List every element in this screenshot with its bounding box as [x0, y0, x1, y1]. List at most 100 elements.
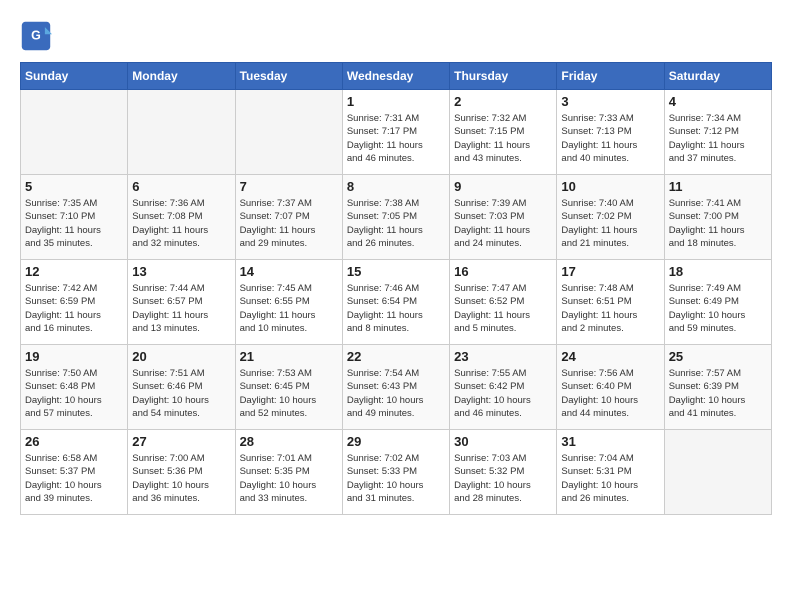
logo: G [20, 20, 58, 52]
day-number: 3 [561, 94, 659, 109]
day-info: Sunrise: 7:46 AMSunset: 6:54 PMDaylight:… [347, 282, 445, 335]
day-number: 30 [454, 434, 552, 449]
day-cell [21, 90, 128, 175]
week-row-3: 12 Sunrise: 7:42 AMSunset: 6:59 PMDayligh… [21, 260, 772, 345]
day-cell: 6 Sunrise: 7:36 AMSunset: 7:08 PMDaylight… [128, 175, 235, 260]
calendar-header: SundayMondayTuesdayWednesdayThursdayFrid… [21, 63, 772, 90]
logo-icon: G [20, 20, 52, 52]
day-info: Sunrise: 7:32 AMSunset: 7:15 PMDaylight:… [454, 112, 552, 165]
day-cell: 28Sunrise: 7:01 AMSunset: 5:35 PMDayligh… [235, 430, 342, 515]
day-cell: 31 Sunrise: 7:04 AMSunset: 5:31 PMDayligh… [557, 430, 664, 515]
day-info: Sunrise: 7:40 AMSunset: 7:02 PMDaylight:… [561, 197, 659, 250]
week-row-5: 26 Sunrise: 6:58 AMSunset: 5:37 PMDayligh… [21, 430, 772, 515]
day-cell: 5 Sunrise: 7:35 AMSunset: 7:10 PMDaylight… [21, 175, 128, 260]
day-info: Sunrise: 7:39 AMSunset: 7:03 PMDaylight:… [454, 197, 552, 250]
day-cell: 30 Sunrise: 7:03 AMSunset: 5:32 PMDayligh… [450, 430, 557, 515]
day-info: Sunrise: 7:33 AMSunset: 7:13 PMDaylight:… [561, 112, 659, 165]
day-cell: 21 Sunrise: 7:53 AMSunset: 6:45 PMDayligh… [235, 345, 342, 430]
day-info: Sunrise: 7:04 AMSunset: 5:31 PMDaylight:… [561, 452, 659, 505]
day-info: Sunrise: 7:42 AMSunset: 6:59 PMDaylight:… [25, 282, 123, 335]
header-day-tuesday: Tuesday [235, 63, 342, 90]
day-number: 26 [25, 434, 123, 449]
day-info: Sunrise: 7:53 AMSunset: 6:45 PMDaylight:… [240, 367, 338, 420]
day-cell: 2 Sunrise: 7:32 AMSunset: 7:15 PMDaylight… [450, 90, 557, 175]
day-info: Sunrise: 7:49 AMSunset: 6:49 PMDaylight:… [669, 282, 767, 335]
week-row-1: 1 Sunrise: 7:31 AMSunset: 7:17 PMDaylight… [21, 90, 772, 175]
day-cell: 27 Sunrise: 7:00 AMSunset: 5:36 PMDayligh… [128, 430, 235, 515]
day-cell [128, 90, 235, 175]
day-number: 10 [561, 179, 659, 194]
day-number: 5 [25, 179, 123, 194]
day-number: 1 [347, 94, 445, 109]
day-cell: 22Sunrise: 7:54 AMSunset: 6:43 PMDayligh… [342, 345, 449, 430]
header-day-saturday: Saturday [664, 63, 771, 90]
day-info: Sunrise: 7:55 AMSunset: 6:42 PMDaylight:… [454, 367, 552, 420]
day-number: 28 [240, 434, 338, 449]
day-info: Sunrise: 7:51 AMSunset: 6:46 PMDaylight:… [132, 367, 230, 420]
day-info: Sunrise: 7:54 AMSunset: 6:43 PMDaylight:… [347, 367, 445, 420]
header-day-friday: Friday [557, 63, 664, 90]
day-number: 2 [454, 94, 552, 109]
day-info: Sunrise: 7:45 AMSunset: 6:55 PMDaylight:… [240, 282, 338, 335]
day-number: 19 [25, 349, 123, 364]
day-info: Sunrise: 7:37 AMSunset: 7:07 PMDaylight:… [240, 197, 338, 250]
day-number: 25 [669, 349, 767, 364]
day-number: 16 [454, 264, 552, 279]
day-info: Sunrise: 7:31 AMSunset: 7:17 PMDaylight:… [347, 112, 445, 165]
day-info: Sunrise: 7:36 AMSunset: 7:08 PMDaylight:… [132, 197, 230, 250]
day-info: Sunrise: 6:58 AMSunset: 5:37 PMDaylight:… [25, 452, 123, 505]
day-cell: 16 Sunrise: 7:47 AMSunset: 6:52 PMDayligh… [450, 260, 557, 345]
day-number: 29 [347, 434, 445, 449]
day-cell: 17 Sunrise: 7:48 AMSunset: 6:51 PMDayligh… [557, 260, 664, 345]
day-number: 20 [132, 349, 230, 364]
day-number: 9 [454, 179, 552, 194]
day-number: 4 [669, 94, 767, 109]
day-info: Sunrise: 7:03 AMSunset: 5:32 PMDaylight:… [454, 452, 552, 505]
day-cell: 26 Sunrise: 6:58 AMSunset: 5:37 PMDayligh… [21, 430, 128, 515]
day-cell: 12 Sunrise: 7:42 AMSunset: 6:59 PMDayligh… [21, 260, 128, 345]
day-number: 6 [132, 179, 230, 194]
day-number: 13 [132, 264, 230, 279]
day-number: 14 [240, 264, 338, 279]
day-info: Sunrise: 7:00 AMSunset: 5:36 PMDaylight:… [132, 452, 230, 505]
day-number: 27 [132, 434, 230, 449]
header-day-monday: Monday [128, 63, 235, 90]
day-info: Sunrise: 7:48 AMSunset: 6:51 PMDaylight:… [561, 282, 659, 335]
day-cell: 15 Sunrise: 7:46 AMSunset: 6:54 PMDayligh… [342, 260, 449, 345]
day-cell: 11Sunrise: 7:41 AMSunset: 7:00 PMDayligh… [664, 175, 771, 260]
day-number: 31 [561, 434, 659, 449]
calendar-table: SundayMondayTuesdayWednesdayThursdayFrid… [20, 62, 772, 515]
day-number: 21 [240, 349, 338, 364]
day-info: Sunrise: 7:50 AMSunset: 6:48 PMDaylight:… [25, 367, 123, 420]
week-row-4: 19 Sunrise: 7:50 AMSunset: 6:48 PMDayligh… [21, 345, 772, 430]
day-info: Sunrise: 7:56 AMSunset: 6:40 PMDaylight:… [561, 367, 659, 420]
day-number: 17 [561, 264, 659, 279]
day-cell: 29Sunrise: 7:02 AMSunset: 5:33 PMDayligh… [342, 430, 449, 515]
day-cell: 20 Sunrise: 7:51 AMSunset: 6:46 PMDayligh… [128, 345, 235, 430]
day-info: Sunrise: 7:35 AMSunset: 7:10 PMDaylight:… [25, 197, 123, 250]
day-cell: 8Sunrise: 7:38 AMSunset: 7:05 PMDaylight… [342, 175, 449, 260]
day-number: 12 [25, 264, 123, 279]
day-cell: 14 Sunrise: 7:45 AMSunset: 6:55 PMDayligh… [235, 260, 342, 345]
day-cell: 7 Sunrise: 7:37 AMSunset: 7:07 PMDaylight… [235, 175, 342, 260]
day-info: Sunrise: 7:47 AMSunset: 6:52 PMDaylight:… [454, 282, 552, 335]
day-number: 15 [347, 264, 445, 279]
day-info: Sunrise: 7:57 AMSunset: 6:39 PMDaylight:… [669, 367, 767, 420]
day-cell: 9 Sunrise: 7:39 AMSunset: 7:03 PMDaylight… [450, 175, 557, 260]
day-info: Sunrise: 7:34 AMSunset: 7:12 PMDaylight:… [669, 112, 767, 165]
day-number: 7 [240, 179, 338, 194]
day-cell: 23 Sunrise: 7:55 AMSunset: 6:42 PMDayligh… [450, 345, 557, 430]
week-row-2: 5 Sunrise: 7:35 AMSunset: 7:10 PMDaylight… [21, 175, 772, 260]
day-info: Sunrise: 7:38 AMSunset: 7:05 PMDaylight:… [347, 197, 445, 250]
svg-text:G: G [31, 29, 41, 43]
day-number: 11 [669, 179, 767, 194]
day-cell [664, 430, 771, 515]
header-row: SundayMondayTuesdayWednesdayThursdayFrid… [21, 63, 772, 90]
calendar-body: 1 Sunrise: 7:31 AMSunset: 7:17 PMDaylight… [21, 90, 772, 515]
header-day-thursday: Thursday [450, 63, 557, 90]
day-number: 23 [454, 349, 552, 364]
day-cell: 4 Sunrise: 7:34 AMSunset: 7:12 PMDaylight… [664, 90, 771, 175]
day-cell: 13 Sunrise: 7:44 AMSunset: 6:57 PMDayligh… [128, 260, 235, 345]
day-info: Sunrise: 7:44 AMSunset: 6:57 PMDaylight:… [132, 282, 230, 335]
day-cell: 18Sunrise: 7:49 AMSunset: 6:49 PMDayligh… [664, 260, 771, 345]
